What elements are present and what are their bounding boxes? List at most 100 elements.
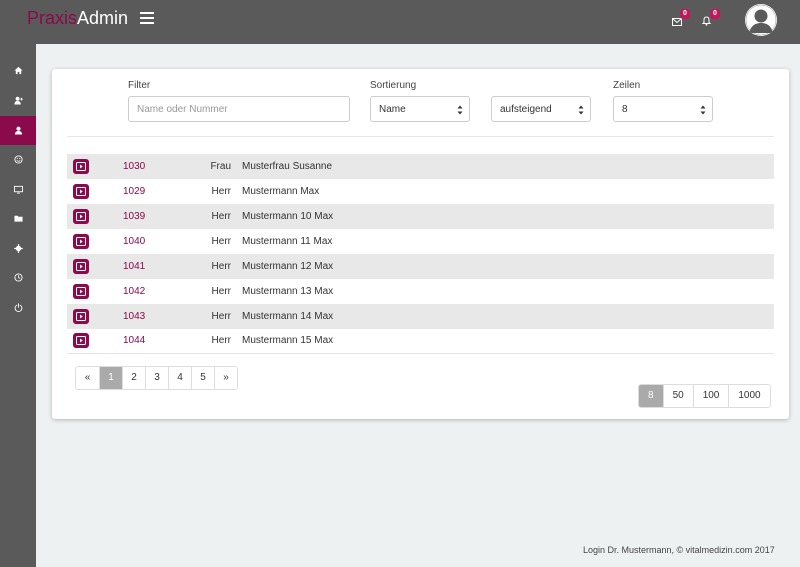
sidebar-item-monitor[interactable] (0, 175, 36, 204)
page-size-100[interactable]: 100 (692, 385, 729, 407)
patient-number[interactable]: 1030 (123, 161, 145, 172)
rows-value: 8 (622, 103, 628, 115)
sort-field-value: Name (379, 103, 406, 115)
sidebar (0, 44, 36, 567)
play-icon (76, 312, 86, 321)
page-size-50[interactable]: 50 (662, 385, 693, 407)
play-icon (76, 336, 86, 345)
brand-part-admin: Admin (77, 8, 129, 28)
table-row[interactable]: 1030 Frau Musterfrau Susanne (67, 154, 774, 179)
patient-number[interactable]: 1039 (123, 211, 145, 222)
rows-label: Zeilen (613, 80, 641, 91)
divider (67, 136, 774, 137)
filter-input[interactable] (128, 96, 350, 122)
filter-label: Filter (128, 80, 151, 91)
table-row[interactable]: 1041 Herr Mustermann 12 Max (67, 254, 774, 279)
sidebar-item-smiley[interactable] (0, 145, 36, 174)
select-arrows-icon (578, 105, 584, 115)
open-patient-button[interactable] (73, 159, 89, 174)
mail-count-badge: 0 (680, 9, 690, 19)
pagination-page-1[interactable]: 1 (99, 367, 122, 389)
open-patient-button[interactable] (73, 234, 89, 249)
pagination: « 1 2 3 4 5 » (75, 366, 238, 390)
play-icon (76, 162, 86, 171)
open-patient-button[interactable] (73, 333, 89, 348)
patient-salutation: Herr (211, 311, 231, 322)
smiley-icon (13, 155, 23, 164)
footer-text: Login Dr. Mustermann, © vitalmedizin.com… (583, 545, 775, 555)
play-icon (76, 212, 86, 221)
patient-number[interactable]: 1041 (123, 261, 145, 272)
logout-icon (14, 303, 22, 312)
page-size-8[interactable]: 8 (639, 385, 663, 407)
patient-number[interactable]: 1043 (123, 311, 145, 322)
patient-salutation: Herr (211, 261, 231, 272)
play-icon (76, 287, 86, 296)
user-add-icon (13, 96, 23, 105)
folder-icon (13, 215, 23, 222)
table-row[interactable]: 1029 Herr Mustermann Max (67, 179, 774, 204)
patient-number[interactable]: 1029 (123, 186, 145, 197)
sidebar-item-settings[interactable] (0, 234, 36, 263)
sidebar-item-add-patient[interactable] (0, 86, 36, 115)
patient-number[interactable]: 1040 (123, 236, 145, 247)
pagination-page-4[interactable]: 4 (168, 367, 191, 389)
patient-salutation: Herr (211, 186, 231, 197)
patient-name: Mustermann 12 Max (242, 261, 334, 272)
pagination-next[interactable]: » (214, 367, 237, 389)
gear-icon (13, 244, 23, 253)
patient-name: Mustermann 10 Max (242, 211, 334, 222)
rows-select[interactable]: 8 (613, 96, 713, 122)
sort-order-value: aufsteigend (500, 103, 552, 115)
play-icon (76, 187, 86, 196)
table-row[interactable]: 1039 Herr Mustermann 10 Max (67, 204, 774, 229)
open-patient-button[interactable] (73, 184, 89, 199)
mail-icon[interactable]: 0 (672, 9, 690, 26)
user-avatar-icon[interactable] (745, 4, 777, 36)
play-icon (76, 237, 86, 246)
brand-logo[interactable]: PraxisAdmin (27, 8, 128, 28)
sidebar-item-folder[interactable] (0, 204, 36, 233)
page-size-1000[interactable]: 1000 (728, 385, 770, 407)
monitor-icon (13, 185, 23, 194)
patient-salutation: Herr (211, 335, 231, 346)
table-row[interactable]: 1042 Herr Mustermann 13 Max (67, 279, 774, 304)
bell-icon[interactable]: 0 (701, 9, 720, 26)
sort-label: Sortierung (370, 80, 417, 91)
notification-count-badge: 0 (710, 9, 720, 19)
sidebar-item-logout[interactable] (0, 293, 36, 322)
patient-name: Mustermann Max (242, 186, 320, 197)
open-patient-button[interactable] (73, 209, 89, 224)
patient-number[interactable]: 1044 (123, 335, 145, 346)
patient-number[interactable]: 1042 (123, 286, 145, 297)
table-row[interactable]: 1043 Herr Mustermann 14 Max (67, 304, 774, 329)
user-icon (14, 126, 22, 135)
table-row[interactable]: 1040 Herr Mustermann 11 Max (67, 229, 774, 254)
table-row[interactable]: 1044 Herr Mustermann 15 Max (67, 328, 774, 353)
open-patient-button[interactable] (73, 259, 89, 274)
top-bar: PraxisAdmin 0 0 (0, 0, 800, 44)
page-size-selector: 8 50 100 1000 (638, 384, 771, 408)
pagination-page-2[interactable]: 2 (122, 367, 145, 389)
patient-salutation: Herr (211, 236, 231, 247)
pagination-page-5[interactable]: 5 (191, 367, 214, 389)
sort-field-select[interactable]: Name (370, 96, 470, 122)
clock-icon (13, 273, 23, 282)
pagination-page-3[interactable]: 3 (145, 367, 168, 389)
play-icon (76, 262, 86, 271)
pagination-prev[interactable]: « (76, 367, 99, 389)
sidebar-item-history[interactable] (0, 263, 36, 292)
patient-name: Mustermann 13 Max (242, 286, 334, 297)
patient-salutation: Frau (210, 161, 231, 172)
patient-salutation: Herr (211, 211, 231, 222)
patient-list-card: Filter Sortierung Name aufsteigend Zeile… (52, 69, 789, 419)
open-patient-button[interactable] (73, 284, 89, 299)
select-arrows-icon (457, 105, 463, 115)
home-icon (13, 66, 23, 75)
sidebar-item-patients[interactable] (0, 116, 36, 145)
open-patient-button[interactable] (73, 309, 89, 324)
sidebar-item-home[interactable] (0, 56, 36, 85)
divider (67, 353, 774, 354)
sort-order-select[interactable]: aufsteigend (491, 96, 591, 122)
menu-toggle-icon[interactable] (140, 12, 154, 24)
